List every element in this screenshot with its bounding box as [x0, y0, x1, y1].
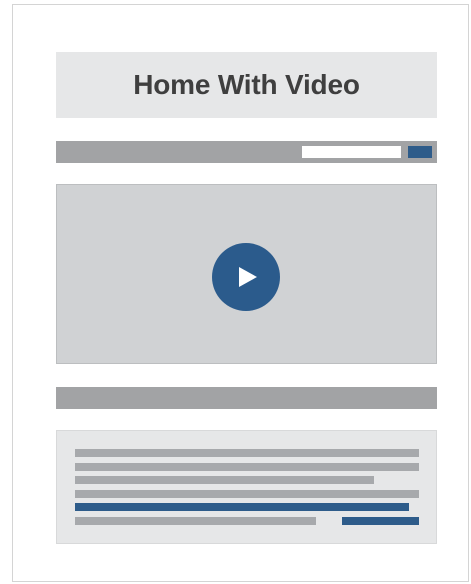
text-line [75, 490, 419, 498]
play-button[interactable] [212, 243, 280, 311]
page-header: Home With Video [56, 52, 437, 118]
content-text-block [56, 430, 437, 544]
text-line [75, 476, 374, 484]
search-button[interactable] [408, 146, 432, 158]
text-line [75, 517, 316, 525]
search-input[interactable] [302, 146, 401, 158]
text-line [75, 449, 419, 457]
section-heading-bar [56, 387, 437, 409]
play-icon [239, 267, 257, 287]
page-title: Home With Video [133, 69, 360, 100]
read-more-link[interactable] [342, 517, 419, 525]
link-line[interactable] [75, 503, 409, 511]
text-line [75, 463, 419, 471]
